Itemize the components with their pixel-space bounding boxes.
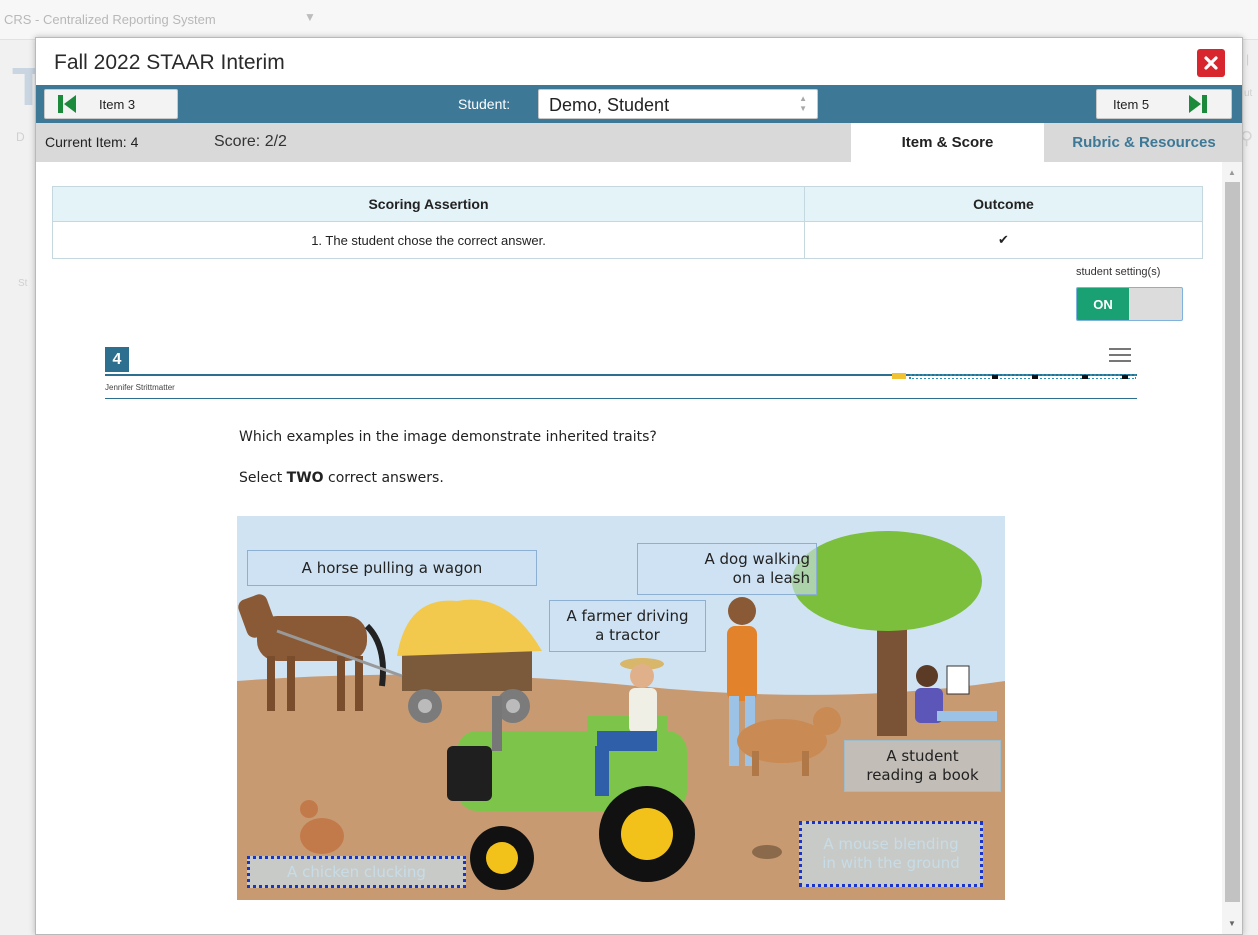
checkmark-icon: ✔ [804, 221, 1203, 259]
option-horse-pulling-wagon[interactable]: A horse pulling a wagon [247, 550, 537, 586]
option-chicken-clucking[interactable]: A chicken clucking [247, 856, 466, 888]
student-select-value: Demo, Student [549, 95, 670, 115]
assertion-cell: 1. The student chose the correct answer. [52, 221, 805, 259]
background-text: ut [1244, 88, 1253, 99]
close-button[interactable] [1197, 49, 1225, 77]
hamburger-menu-icon[interactable] [1109, 348, 1131, 362]
option-student-reading-book[interactable]: A student reading a book [844, 740, 1001, 792]
background-text: St [18, 278, 28, 289]
option-mouse-blending[interactable]: A mouse blending in with the ground [799, 821, 983, 887]
tab-rubric-resources[interactable]: Rubric & Resources [1044, 123, 1242, 162]
hot-spot-scene: A horse pulling a wagon A farmer driving… [237, 516, 1005, 900]
tab-item-score[interactable]: Item & Score [851, 123, 1044, 162]
close-icon [1204, 56, 1218, 70]
mouse-figure [752, 845, 782, 859]
next-item-button[interactable]: Item 5 [1096, 89, 1232, 119]
scrollbar-thumb[interactable] [1225, 182, 1240, 902]
student-select[interactable]: Demo, Student ▲ ▼ [538, 89, 818, 119]
select-spinner-icon: ▲ ▼ [799, 94, 807, 113]
next-item-label: Item 5 [1113, 97, 1150, 112]
background-logo: T [12, 57, 45, 117]
option-dog-walking-leash[interactable]: A dog walking on a leash [637, 543, 817, 595]
student-label: Student: [458, 96, 511, 112]
scroll-down-icon[interactable]: ▼ [1228, 919, 1236, 928]
item-author: Jennifer Strittmatter [105, 383, 175, 392]
option-farmer-driving-tractor[interactable]: A farmer driving a tractor [549, 600, 706, 652]
item-header-divider [105, 398, 1137, 399]
score-text: Score: 2/2 [214, 133, 287, 150]
student-settings-toggle[interactable]: ON [1076, 287, 1183, 321]
background-text: D [16, 130, 25, 144]
modal-title: Fall 2022 STAAR Interim [54, 51, 285, 74]
scroll-up-icon[interactable]: ▲ [1228, 168, 1236, 177]
background-app-title: CRS - Centralized Reporting System [4, 12, 216, 27]
scrollbar[interactable]: ▲ ▼ [1222, 162, 1242, 934]
table-row: 1. The student chose the correct answer.… [52, 221, 1203, 259]
item-viewer-modal: Fall 2022 STAAR Interim Item 3 Student: … [35, 37, 1243, 935]
item-navigation-bar: Item 3 Student: Demo, Student ▲ ▼ Item 5 [36, 85, 1242, 123]
background-text: | [1246, 52, 1250, 66]
question-prompt: Which examples in the image demonstrate … [239, 429, 657, 445]
column-header-outcome: Outcome [804, 186, 1203, 222]
double-arrow-right-icon [1189, 95, 1207, 113]
previous-item-button[interactable]: Item 3 [44, 89, 178, 119]
scoring-table: Scoring Assertion Outcome 1. The student… [52, 186, 1203, 259]
current-item-text: Current Item: 4 [45, 134, 139, 150]
item-progress-strip [892, 373, 1136, 379]
background-app-header: CRS - Centralized Reporting System ▼ [0, 0, 1258, 40]
instruction-text: Select TWO correct answers. [239, 470, 444, 486]
item-info-bar: Current Item: 4 Score: 2/2 Item & Score … [36, 123, 1242, 162]
student-settings-label: student setting(s) [1076, 266, 1161, 278]
item-number-badge: 4 [105, 347, 129, 372]
column-header-scoring-assertion: Scoring Assertion [52, 186, 805, 222]
double-arrow-left-icon [58, 95, 76, 113]
background-dropdown-icon: ▼ [304, 10, 316, 24]
previous-item-label: Item 3 [99, 97, 136, 112]
toggle-on-label: ON [1077, 288, 1129, 320]
